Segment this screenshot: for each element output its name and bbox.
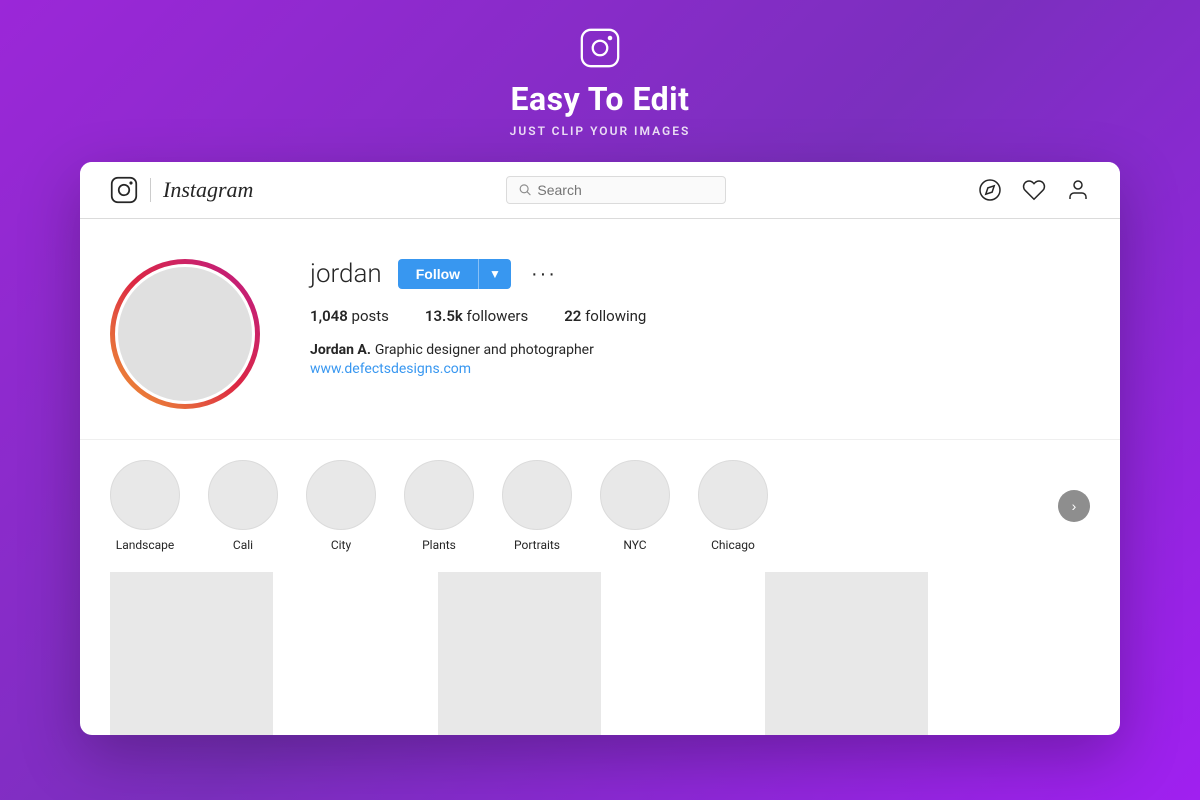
highlight-label: City — [331, 538, 351, 552]
highlight-circle — [208, 460, 278, 530]
profile-section: jordan Follow ▼ ··· 1,048 posts 13.5k fo… — [80, 219, 1120, 439]
more-options-button[interactable]: ··· — [527, 263, 561, 286]
highlight-item[interactable]: City — [306, 460, 376, 552]
highlight-item[interactable]: Landscape — [110, 460, 180, 552]
follow-dropdown-button[interactable]: ▼ — [478, 259, 511, 289]
profile-top-row: jordan Follow ▼ ··· — [310, 259, 1090, 289]
highlight-label: Landscape — [116, 538, 175, 552]
profile-avatar-wrap — [110, 259, 260, 409]
following-count: 22 — [564, 307, 581, 325]
heart-icon[interactable] — [1022, 178, 1046, 202]
sub-title: JUST CLIP YOUR IMAGES — [510, 124, 691, 138]
followers-label: followers — [467, 307, 529, 325]
search-icon — [519, 183, 532, 197]
profile-username: jordan — [310, 259, 382, 289]
ig-wordmark: Instagram — [163, 177, 253, 203]
posts-count: 1,048 — [310, 307, 348, 325]
highlight-item[interactable]: Portraits — [502, 460, 572, 552]
ig-navbar: Instagram — [80, 162, 1120, 219]
instagram-logo-icon — [110, 176, 138, 204]
avatar — [115, 264, 255, 404]
ig-nav-icons — [978, 178, 1090, 202]
posts-grid — [80, 562, 1120, 735]
highlight-label: Portraits — [514, 538, 560, 552]
browser-card: Instagram — [80, 162, 1120, 735]
highlight-circle — [404, 460, 474, 530]
highlight-label: Cali — [233, 538, 253, 552]
highlight-circle — [502, 460, 572, 530]
highlight-label: Plants — [422, 538, 456, 552]
highlights-next-button[interactable]: › — [1058, 490, 1090, 522]
story-highlights: Landscape Cali City Plants Portraits NYC Chica… — [80, 439, 1120, 562]
posts-label: posts — [352, 307, 389, 325]
followers-stat: 13.5k followers — [425, 307, 528, 325]
user-icon[interactable] — [1066, 178, 1090, 202]
search-box[interactable] — [506, 176, 726, 204]
post-thumbnail[interactable] — [438, 572, 601, 735]
posts-stat: 1,048 posts — [310, 307, 389, 325]
ig-logo-area: Instagram — [110, 176, 253, 204]
profile-bio: Jordan A. Graphic designer and photograp… — [310, 339, 1090, 377]
following-label: following — [585, 307, 646, 325]
instagram-logo-top — [580, 28, 620, 68]
highlight-circle — [698, 460, 768, 530]
bio-link[interactable]: www.defectsdesigns.com — [310, 361, 471, 377]
highlight-item[interactable]: Cali — [208, 460, 278, 552]
profile-stats: 1,048 posts 13.5k followers 22 following — [310, 307, 1090, 325]
main-title: Easy To Edit — [511, 80, 690, 118]
highlight-label: NYC — [623, 538, 646, 552]
bio-name: Jordan A. — [310, 342, 371, 358]
ig-divider — [150, 178, 151, 202]
highlight-circle — [306, 460, 376, 530]
search-input[interactable] — [537, 182, 712, 198]
profile-info: jordan Follow ▼ ··· 1,048 posts 13.5k fo… — [310, 259, 1090, 377]
compass-icon[interactable] — [978, 178, 1002, 202]
highlight-circle — [110, 460, 180, 530]
follow-btn-group: Follow ▼ — [398, 259, 511, 289]
post-thumbnail[interactable] — [110, 572, 273, 735]
follow-button[interactable]: Follow — [398, 259, 478, 289]
avatar-ring — [110, 259, 260, 409]
header-section: Easy To Edit JUST CLIP YOUR IMAGES — [510, 0, 691, 162]
highlight-item[interactable]: Chicago — [698, 460, 768, 552]
following-stat: 22 following — [564, 307, 646, 325]
highlight-item[interactable]: Plants — [404, 460, 474, 552]
highlight-circle — [600, 460, 670, 530]
followers-count: 13.5k — [425, 307, 463, 325]
post-thumbnail[interactable] — [765, 572, 928, 735]
highlight-item[interactable]: NYC — [600, 460, 670, 552]
bio-description: Graphic designer and photographer — [375, 342, 594, 358]
highlight-label: Chicago — [711, 538, 755, 552]
